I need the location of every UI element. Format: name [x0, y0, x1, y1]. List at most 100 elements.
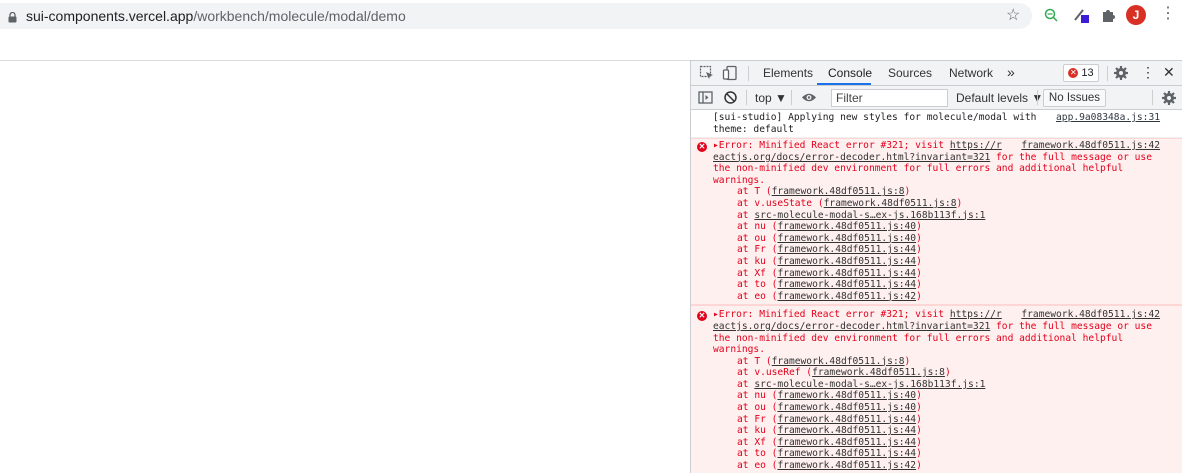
stack-link[interactable]: framework.48df0511.js:44	[777, 244, 916, 255]
stack-fn: at Xf (	[737, 436, 778, 448]
stack-link[interactable]: framework.48df0511.js:8	[824, 198, 957, 209]
lock-icon[interactable]	[8, 10, 17, 23]
stack-fn: at v.useRef (	[737, 367, 813, 379]
error-text: Error: Minified React error #321; visit	[718, 140, 950, 151]
source-link[interactable]: framework.48df0511.js:42	[1021, 140, 1160, 152]
stack-fn: at eo (	[737, 460, 778, 472]
stack-end: )	[916, 267, 922, 279]
sidebar-toggle-icon[interactable]	[698, 90, 714, 106]
browser-window: { "browser": { "url_host": "sui-componen…	[0, 0, 1182, 473]
error-link[interactable]: eactjs.org/docs/error-decoder.html?invar…	[713, 152, 990, 163]
stack-link[interactable]: framework.48df0511.js:42	[777, 460, 916, 471]
stack-link[interactable]: framework.48df0511.js:42	[777, 291, 916, 302]
stack-link[interactable]: framework.48df0511.js:44	[777, 268, 916, 279]
stack-frame: at Fr (framework.48df0511.js:44)	[737, 244, 1176, 256]
stack-frame: at to (framework.48df0511.js:44)	[737, 279, 1176, 291]
filter-input[interactable]	[831, 89, 948, 107]
puzzle-icon[interactable]	[1099, 6, 1117, 24]
extension-icon[interactable]	[1072, 6, 1090, 24]
tab-sources[interactable]: Sources	[888, 66, 932, 80]
stack-frame: at Fr (framework.48df0511.js:44)	[737, 414, 1176, 426]
stack-fn: at ou (	[737, 402, 778, 414]
stack-end: )	[944, 367, 951, 379]
console-filterbar: top ▼ Default levels ▼ No Issues	[691, 86, 1182, 110]
stack-link[interactable]: framework.48df0511.js:8	[772, 356, 905, 367]
error-line: eactjs.org/docs/error-decoder.html?invar…	[713, 321, 1176, 333]
stack-fn: at	[737, 209, 755, 221]
inspect-element-icon[interactable]	[699, 65, 715, 81]
stack-link[interactable]: framework.48df0511.js:8	[772, 186, 905, 197]
separator	[1107, 66, 1108, 81]
log-levels-dropdown[interactable]: Default levels ▼	[956, 91, 1043, 105]
stack-frame: at eo (framework.48df0511.js:42)	[737, 291, 1176, 303]
context-selector[interactable]: top ▼	[755, 91, 787, 105]
stack-end: )	[916, 221, 922, 233]
stack-link[interactable]: framework.48df0511.js:40	[777, 390, 916, 401]
error-link[interactable]: https://r	[950, 140, 1002, 151]
more-menu-icon[interactable]: ⋮	[1160, 6, 1176, 22]
stack-end: )	[916, 390, 922, 402]
stack-link[interactable]: framework.48df0511.js:8	[812, 367, 945, 378]
star-icon[interactable]: ☆	[1006, 8, 1020, 24]
stack-fn: at Fr (	[737, 413, 778, 425]
tab-console[interactable]: Console	[828, 66, 872, 80]
page-divider	[0, 60, 690, 61]
issues-button[interactable]: No Issues	[1043, 89, 1106, 107]
stack-link[interactable]: framework.48df0511.js:44	[777, 448, 916, 459]
stack-link[interactable]: framework.48df0511.js:44	[777, 279, 916, 290]
stack-link[interactable]: framework.48df0511.js:44	[777, 437, 916, 448]
error-line: the non-minified dev environment for ful…	[713, 163, 1124, 175]
separator	[748, 66, 749, 81]
error-count-badge[interactable]: ✕ 13	[1063, 64, 1099, 82]
console-error-message: ✕ framework.48df0511.js:42 ▸Error: Minif…	[691, 305, 1182, 473]
tab-elements[interactable]: Elements	[763, 66, 813, 80]
error-text: for the full message or use	[990, 320, 1152, 332]
stack-frame: at nu (framework.48df0511.js:40)	[737, 221, 1176, 233]
stack-link[interactable]: framework.48df0511.js:44	[777, 414, 916, 425]
stack-end: )	[904, 355, 911, 367]
error-line: eactjs.org/docs/error-decoder.html?invar…	[713, 152, 1176, 164]
address-bar[interactable]: sui-components.vercel.app/workbench/mole…	[0, 3, 1032, 29]
more-tabs-button[interactable]: »	[1007, 64, 1015, 80]
stack-end: )	[916, 279, 922, 291]
url-path: /workbench/molecule/modal/demo	[193, 8, 406, 24]
eye-icon[interactable]	[801, 90, 817, 106]
source-link[interactable]: framework.48df0511.js:42	[1021, 309, 1160, 321]
extension-icon[interactable]	[1042, 6, 1060, 24]
stack-fn: at nu (	[737, 390, 778, 402]
stack-end: )	[916, 402, 922, 414]
tab-network[interactable]: Network	[949, 66, 993, 80]
stack-end: )	[916, 255, 922, 267]
stack-frame: at v.useRef (framework.48df0511.js:8)	[737, 367, 1176, 379]
stack-end: )	[956, 197, 963, 209]
stack-link[interactable]: framework.48df0511.js:40	[777, 221, 916, 232]
close-devtools-icon[interactable]: ✕	[1163, 64, 1175, 81]
stack-frame: at ku (framework.48df0511.js:44)	[737, 256, 1176, 268]
device-toolbar-icon[interactable]	[722, 65, 738, 81]
console-output[interactable]: [sui-studio] Applying new styles for mol…	[691, 111, 1182, 473]
error-line: warnings.	[713, 174, 765, 186]
stack-fn: at v.useState (	[737, 197, 824, 209]
url-text[interactable]: sui-components.vercel.app/workbench/mole…	[26, 8, 406, 24]
customize-menu-icon[interactable]: ⋮	[1141, 64, 1155, 81]
settings-gear-icon[interactable]	[1113, 65, 1129, 81]
console-settings-gear-icon[interactable]	[1161, 90, 1177, 106]
source-link[interactable]: app.9a08348a.js:31	[1056, 112, 1160, 124]
stack-link[interactable]: framework.48df0511.js:40	[777, 402, 916, 413]
separator	[1037, 90, 1038, 105]
stack-frame: at Xf (framework.48df0511.js:44)	[737, 268, 1176, 280]
stack-link[interactable]: framework.48df0511.js:44	[777, 256, 916, 267]
stack-trace: at T (framework.48df0511.js:8) at v.useS…	[713, 186, 1176, 302]
avatar[interactable]: J	[1126, 5, 1146, 25]
error-link[interactable]: https://r	[950, 309, 1002, 320]
error-link[interactable]: eactjs.org/docs/error-decoder.html?invar…	[713, 321, 990, 332]
stack-link[interactable]: src-molecule-modal-s…ex-js.168b113f.js:1	[754, 210, 985, 221]
stack-fn: at nu (	[737, 221, 778, 233]
stack-link[interactable]: src-molecule-modal-s…ex-js.168b113f.js:1	[754, 379, 985, 390]
separator	[1152, 90, 1153, 105]
stack-fn: at Fr (	[737, 244, 778, 256]
stack-end: )	[916, 436, 922, 448]
stack-link[interactable]: framework.48df0511.js:44	[777, 425, 916, 436]
stack-link[interactable]: framework.48df0511.js:40	[777, 233, 916, 244]
clear-console-icon[interactable]	[723, 90, 739, 106]
